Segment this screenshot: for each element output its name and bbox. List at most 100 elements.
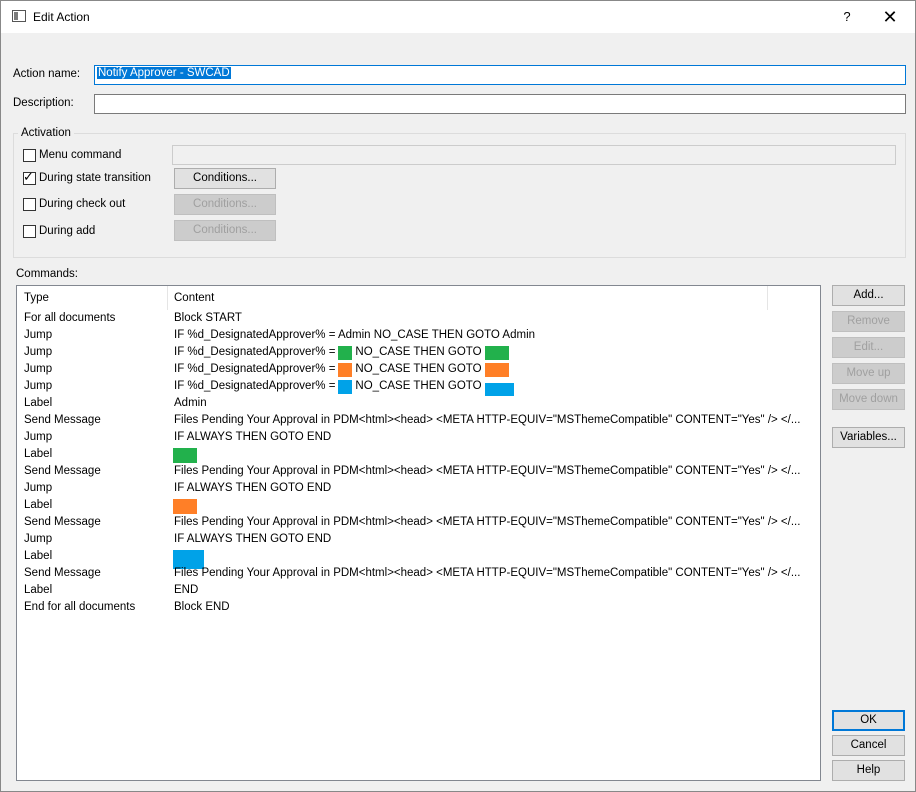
command-row[interactable]: Send Message Files Pending Your Approval … <box>17 464 820 481</box>
command-content-text: NO_CASE THEN GOTO <box>355 363 482 375</box>
during-add-label: During add <box>39 225 96 237</box>
command-row[interactable]: Label <box>17 447 820 464</box>
command-content: Files Pending Your Approval in PDM<html>… <box>174 567 800 579</box>
command-type: For all documents <box>24 312 116 324</box>
during-state-transition-label: During state transition <box>39 172 151 184</box>
command-row[interactable]: Label Admin <box>17 396 820 413</box>
move-up-button: Move up <box>832 363 905 384</box>
menu-command-field <box>172 145 896 165</box>
during-add-checkbox[interactable] <box>23 225 36 238</box>
commands-list[interactable]: Type Content For all documents Block STAR… <box>16 285 821 781</box>
command-content: IF ALWAYS THEN GOTO END <box>174 482 331 494</box>
column-header-content[interactable]: Content <box>167 286 767 310</box>
during-check-out-label: During check out <box>39 198 126 210</box>
command-row[interactable]: End for all documents Block END <box>17 600 820 617</box>
commands-label: Commands: <box>16 268 78 280</box>
command-row[interactable]: Label <box>17 498 820 515</box>
command-content: IF %d_DesignatedApprover% = Admin NO_CAS… <box>174 329 535 341</box>
command-row[interactable]: Jump IF %d_DesignatedApprover% = NO_CASE T… <box>17 362 820 379</box>
variables-button[interactable]: Variables... <box>832 427 905 448</box>
command-content-text: Files Pending Your Approval in PDM<html>… <box>174 414 801 426</box>
command-content <box>173 499 197 514</box>
command-row[interactable]: For all documents Block START <box>17 311 820 328</box>
command-content: Block END <box>174 601 230 613</box>
column-header-type[interactable]: Type <box>17 286 167 310</box>
command-content-text: Files Pending Your Approval in PDM<html>… <box>174 465 801 477</box>
command-type: Send Message <box>24 516 101 528</box>
command-content <box>173 448 197 463</box>
command-type: End for all documents <box>24 601 136 613</box>
command-content-text: Files Pending Your Approval in PDM<html>… <box>174 567 801 579</box>
edit-button: Edit... <box>832 337 905 358</box>
cancel-button[interactable]: Cancel <box>832 735 905 756</box>
commands-list-header: Type Content <box>17 286 820 310</box>
command-row[interactable]: Jump IF %d_DesignatedApprover% = Admin NO… <box>17 328 820 345</box>
command-type: Jump <box>24 346 53 358</box>
help-button[interactable]: Help <box>832 760 905 781</box>
command-type: Send Message <box>24 567 101 579</box>
command-row[interactable]: Jump IF ALWAYS THEN GOTO END <box>17 481 820 498</box>
command-content: Block START <box>174 312 242 324</box>
command-content-text: IF %d_DesignatedApprover% = <box>174 363 336 375</box>
command-row[interactable]: Label <box>17 549 820 569</box>
remove-button: Remove <box>832 311 905 332</box>
orange-color-swatch <box>338 363 353 377</box>
command-type: Jump <box>24 482 53 494</box>
command-content-text: NO_CASE THEN GOTO <box>355 346 482 358</box>
command-row[interactable]: Send Message Files Pending Your Approval … <box>17 413 820 430</box>
action-name-label: Action name: <box>13 68 81 80</box>
command-content-text: NO_CASE THEN GOTO <box>355 380 482 392</box>
command-content: IF %d_DesignatedApprover% = NO_CASE THEN … <box>174 363 512 377</box>
commands-list-rows: For all documents Block START Jump IF %d_De… <box>17 311 820 617</box>
command-type: Jump <box>24 363 53 375</box>
command-row[interactable]: Jump IF ALWAYS THEN GOTO END <box>17 430 820 447</box>
command-content-text: Block END <box>174 601 230 613</box>
add-button[interactable]: Add... <box>832 285 905 306</box>
command-type: Jump <box>24 533 53 545</box>
help-icon[interactable]: ? <box>827 4 867 30</box>
menu-command-checkbox[interactable] <box>23 149 36 162</box>
command-row[interactable]: Jump IF %d_DesignatedApprover% = NO_CASE T… <box>17 379 820 396</box>
action-name-value: Notify Approver - SWCAD <box>97 67 231 79</box>
command-type: Jump <box>24 329 53 341</box>
description-label: Description: <box>13 97 74 109</box>
command-content: Files Pending Your Approval in PDM<html>… <box>174 465 800 477</box>
edit-action-dialog: Edit Action ? ✕ Action name: Notify Appr… <box>0 0 916 792</box>
command-type: Label <box>24 448 53 460</box>
command-row[interactable]: Jump IF ALWAYS THEN GOTO END <box>17 532 820 549</box>
orange-color-swatch <box>484 363 509 377</box>
command-content-text: Files Pending Your Approval in PDM<html>… <box>174 516 801 528</box>
command-type: Label <box>24 584 53 596</box>
command-content: IF ALWAYS THEN GOTO END <box>174 533 331 545</box>
command-row[interactable]: Label END <box>17 583 820 600</box>
ok-button[interactable]: OK <box>832 710 905 731</box>
command-content-text: IF ALWAYS THEN GOTO END <box>174 533 332 545</box>
move-down-button: Move down <box>832 389 905 410</box>
column-divider[interactable] <box>767 286 768 310</box>
description-field[interactable] <box>94 94 906 114</box>
during-state-transition-checkbox[interactable]: ✓ <box>23 169 36 185</box>
command-type: Jump <box>24 431 53 443</box>
command-content-text: END <box>174 584 199 596</box>
command-content-text: IF %d_DesignatedApprover% = <box>174 346 336 358</box>
command-content: IF %d_DesignatedApprover% = NO_CASE THEN … <box>174 346 512 360</box>
command-type: Label <box>24 499 53 511</box>
action-name-field[interactable]: Notify Approver - SWCAD <box>94 65 906 85</box>
command-content: Admin <box>174 397 207 409</box>
command-row[interactable]: Send Message Files Pending Your Approval … <box>17 515 820 532</box>
close-icon[interactable]: ✕ <box>867 4 913 30</box>
activation-group-title: Activation <box>18 127 74 139</box>
command-content: END <box>174 584 198 596</box>
add-conditions-button: Conditions... <box>174 220 276 241</box>
command-content: Files Pending Your Approval in PDM<html>… <box>174 516 800 528</box>
command-row[interactable]: Send Message Files Pending Your Approval … <box>17 566 820 583</box>
during-check-out-checkbox[interactable] <box>23 198 36 211</box>
orange-color-swatch <box>173 499 197 514</box>
command-row[interactable]: Jump IF %d_DesignatedApprover% = NO_CASE T… <box>17 345 820 362</box>
state-transition-conditions-button[interactable]: Conditions... <box>174 168 276 189</box>
command-content-text: Admin <box>174 397 207 409</box>
menu-command-label: Menu command <box>39 149 122 161</box>
blue-color-swatch <box>484 383 514 396</box>
command-type: Send Message <box>24 414 101 426</box>
command-type: Send Message <box>24 465 101 477</box>
